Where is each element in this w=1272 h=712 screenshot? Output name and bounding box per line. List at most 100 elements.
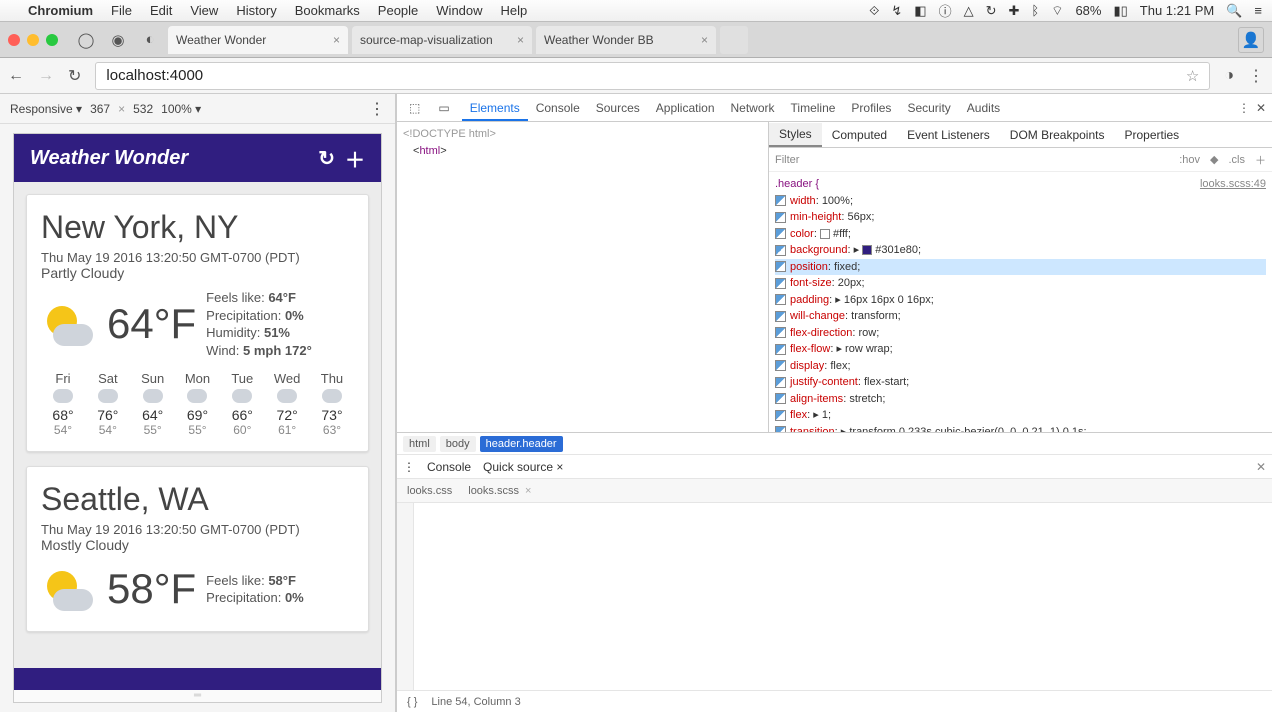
dom-tree[interactable]: <!DOCTYPE html><html> bbox=[397, 122, 769, 432]
puzzle-icon[interactable]: ✚ bbox=[1008, 3, 1019, 19]
panel-console[interactable]: Console bbox=[528, 97, 588, 119]
panel-elements[interactable]: Elements bbox=[462, 97, 528, 121]
window-minimize[interactable] bbox=[27, 34, 39, 46]
sync-icon[interactable]: ↯ bbox=[891, 3, 902, 19]
new-rule-icon[interactable]: ＋ bbox=[1255, 152, 1266, 168]
side-tab[interactable]: Computed bbox=[822, 124, 897, 146]
inspect-element-icon[interactable]: ⬚ bbox=[403, 97, 426, 119]
drawer-close-icon[interactable]: ✕ bbox=[1256, 460, 1266, 474]
source-tab[interactable]: looks.scss × bbox=[468, 485, 531, 497]
menu-people[interactable]: People bbox=[378, 3, 418, 18]
rule-checkbox[interactable] bbox=[775, 278, 786, 289]
device-width[interactable]: 367 bbox=[90, 102, 110, 116]
profile-button[interactable]: 👤 bbox=[1238, 27, 1264, 53]
rule-checkbox[interactable] bbox=[775, 245, 786, 256]
status-icon[interactable]: ◧ bbox=[914, 3, 926, 19]
new-tab-button[interactable] bbox=[720, 26, 748, 54]
devtools-close-icon[interactable]: ✕ bbox=[1256, 101, 1266, 115]
add-icon[interactable]: ＋ bbox=[345, 144, 365, 173]
side-tab[interactable]: Event Listeners bbox=[897, 124, 1000, 146]
refresh-icon[interactable]: ↻ bbox=[318, 146, 335, 171]
address-bar[interactable]: localhost:4000 ☆ bbox=[95, 62, 1210, 90]
braces-icon[interactable]: { } bbox=[407, 696, 417, 708]
menu-window[interactable]: Window bbox=[436, 3, 482, 18]
device-toggle-icon[interactable]: ▭ bbox=[432, 97, 455, 119]
source-tab[interactable]: looks.css bbox=[407, 485, 452, 497]
cls-toggle[interactable]: .cls bbox=[1229, 154, 1246, 166]
wifi-icon[interactable]: ⌔ bbox=[1051, 3, 1063, 19]
battery-icon[interactable]: ▮▯ bbox=[1113, 3, 1127, 19]
pinned-github-icon[interactable]: ◯ bbox=[72, 26, 100, 54]
window-zoom[interactable] bbox=[46, 34, 58, 46]
rule-checkbox[interactable] bbox=[775, 261, 786, 272]
rule-checkbox[interactable] bbox=[775, 195, 786, 206]
panel-profiles[interactable]: Profiles bbox=[843, 97, 899, 119]
drawer-more-icon[interactable]: ⋮ bbox=[403, 460, 415, 474]
source-editor[interactable] bbox=[397, 503, 1272, 690]
close-icon[interactable]: × bbox=[517, 33, 524, 47]
rule-checkbox[interactable] bbox=[775, 360, 786, 371]
filter-input[interactable]: Filter bbox=[775, 154, 799, 166]
device-more-icon[interactable]: ⋮ bbox=[369, 99, 385, 119]
crumb[interactable]: header.header bbox=[480, 436, 563, 452]
forward-button[interactable]: → bbox=[38, 67, 54, 85]
panel-audits[interactable]: Audits bbox=[959, 97, 1008, 119]
reload-button[interactable]: ↻ bbox=[68, 66, 81, 86]
rule-checkbox[interactable] bbox=[775, 410, 786, 421]
pinned-app-icon[interactable]: ◐ bbox=[136, 26, 164, 54]
menu-edit[interactable]: Edit bbox=[150, 3, 172, 18]
crumb[interactable]: body bbox=[440, 436, 476, 452]
device-height[interactable]: 532 bbox=[133, 102, 153, 116]
menu-bookmarks[interactable]: Bookmarks bbox=[295, 3, 360, 18]
pinned-firefox-icon[interactable]: ◉ bbox=[104, 26, 132, 54]
tab-source-map[interactable]: source-map-visualization × bbox=[352, 26, 532, 54]
panel-sources[interactable]: Sources bbox=[588, 97, 648, 119]
back-button[interactable]: ← bbox=[8, 67, 24, 85]
menu-history[interactable]: History bbox=[236, 3, 276, 18]
panel-security[interactable]: Security bbox=[899, 97, 958, 119]
menu-file[interactable]: File bbox=[111, 3, 132, 18]
dom-node[interactable]: <!DOCTYPE html> bbox=[403, 126, 762, 143]
source-link[interactable]: looks.scss:49 bbox=[1200, 176, 1266, 193]
devtools-more-icon[interactable]: ⋮ bbox=[1238, 101, 1250, 115]
rule-checkbox[interactable] bbox=[775, 327, 786, 338]
drawer-tab-quicksource[interactable]: Quick source × bbox=[483, 460, 563, 474]
device-zoom[interactable]: 100% ▾ bbox=[161, 102, 201, 116]
styles-pane[interactable]: looks.scss:49.header {width: 100%;min-he… bbox=[769, 172, 1272, 432]
resize-handle[interactable]: ═ bbox=[14, 690, 381, 702]
rule-checkbox[interactable] bbox=[775, 377, 786, 388]
tab-weather-wonder-bb[interactable]: Weather Wonder BB × bbox=[536, 26, 716, 54]
panel-application[interactable]: Application bbox=[648, 97, 723, 119]
extension-icon[interactable]: ◑ bbox=[1224, 67, 1234, 85]
rule-checkbox[interactable] bbox=[775, 344, 786, 355]
rule-checkbox[interactable] bbox=[775, 311, 786, 322]
drive-icon[interactable]: △ bbox=[964, 3, 974, 19]
drawer-tab-console[interactable]: Console bbox=[427, 460, 471, 474]
close-icon[interactable]: × bbox=[333, 33, 340, 47]
pin-icon[interactable]: ◆ bbox=[1210, 153, 1218, 166]
menu-help[interactable]: Help bbox=[501, 3, 528, 18]
rule-checkbox[interactable] bbox=[775, 212, 786, 223]
panel-network[interactable]: Network bbox=[723, 97, 783, 119]
info-icon[interactable]: ⓘ bbox=[939, 1, 952, 20]
window-close[interactable] bbox=[8, 34, 20, 46]
rule-checkbox[interactable] bbox=[775, 393, 786, 404]
side-tab[interactable]: Styles bbox=[769, 123, 822, 147]
bluetooth-icon[interactable]: ᛒ bbox=[1031, 3, 1039, 18]
device-mode-select[interactable]: Responsive ▾ bbox=[10, 102, 82, 116]
menu-icon[interactable]: ≡ bbox=[1254, 3, 1262, 18]
hover-toggle[interactable]: :hov bbox=[1179, 154, 1200, 166]
dom-node[interactable]: <html> bbox=[403, 143, 762, 160]
refresh-icon[interactable]: ↻ bbox=[986, 3, 997, 19]
side-tab[interactable]: DOM Breakpoints bbox=[1000, 124, 1115, 146]
rule-checkbox[interactable] bbox=[775, 228, 786, 239]
dropbox-icon[interactable]: ⟐ bbox=[869, 3, 879, 19]
bookmark-star-icon[interactable]: ☆ bbox=[1186, 67, 1199, 85]
tab-weather-wonder[interactable]: Weather Wonder × bbox=[168, 26, 348, 54]
side-tab[interactable]: Properties bbox=[1114, 124, 1189, 146]
close-icon[interactable]: × bbox=[701, 33, 708, 47]
menu-view[interactable]: View bbox=[190, 3, 218, 18]
panel-timeline[interactable]: Timeline bbox=[783, 97, 844, 119]
menu-button[interactable]: ⋮ bbox=[1248, 66, 1264, 86]
clock[interactable]: Thu 1:21 PM bbox=[1140, 3, 1214, 18]
